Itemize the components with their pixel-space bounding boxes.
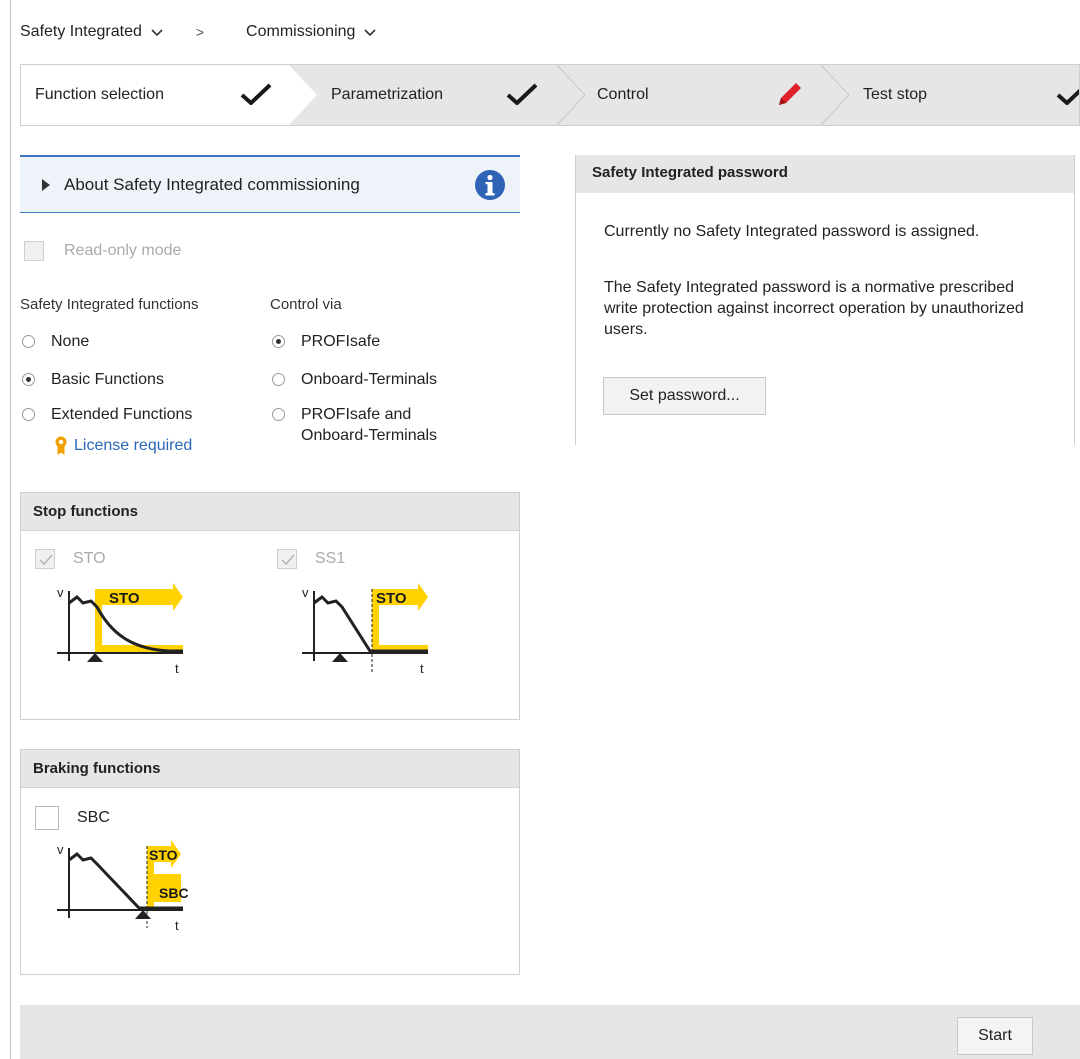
check-icon [281, 554, 295, 566]
radio-button[interactable] [272, 373, 285, 386]
step-label: Function selection [35, 86, 164, 103]
sto-checkbox-row: STO [35, 549, 106, 569]
axis-t-label: t [175, 918, 179, 933]
set-password-button[interactable]: Set password... [603, 377, 766, 415]
sto-checkbox[interactable] [35, 549, 55, 569]
braking-functions-panel: Braking functions SBC STO SBC v t [20, 749, 520, 975]
radio-label: PROFIsafe [301, 333, 381, 350]
axis-v-label: v [302, 585, 309, 600]
radio-none[interactable]: None [22, 331, 89, 352]
radio-label: PROFIsafe and Onboard-Terminals [301, 404, 437, 446]
breadcrumb-root-label: Safety Integrated [20, 23, 142, 40]
pencil-icon [779, 83, 801, 105]
radio-label-line1: PROFIsafe and [301, 406, 412, 423]
braking-functions-title: Braking functions [21, 750, 519, 788]
radio-label: Extended Functions [51, 406, 193, 423]
radio-label: Basic Functions [51, 371, 164, 388]
sto-tag: STO [149, 847, 178, 863]
footer-bar: Start [20, 1005, 1080, 1059]
sbc-checkbox-row: SBC [35, 806, 110, 830]
chevron-down-icon [151, 29, 163, 37]
radio-button[interactable] [22, 373, 35, 386]
password-status-text: Currently no Safety Integrated password … [604, 223, 980, 240]
stop-functions-panel: Stop functions STO SS1 STO v t STO v t [20, 492, 520, 720]
readonly-checkbox[interactable] [24, 241, 44, 261]
step-function-selection[interactable]: Function selection [21, 65, 311, 125]
radio-basic-functions[interactable]: Basic Functions [22, 369, 164, 390]
axis-t-label: t [175, 661, 179, 676]
license-required-link[interactable]: License required [54, 436, 192, 456]
password-panel: Safety Integrated password Currently no … [575, 155, 1075, 445]
expand-triangle-icon [42, 178, 50, 191]
step-test-stop[interactable]: Test stop [851, 65, 1079, 125]
step-label: Test stop [863, 86, 928, 103]
sbc-checkbox[interactable] [35, 806, 59, 830]
radio-profisafe-and-onboard[interactable]: PROFIsafe and Onboard-Terminals [272, 404, 437, 446]
password-title: Safety Integrated password [576, 155, 1074, 193]
ss1-checkbox[interactable] [277, 549, 297, 569]
sbc-label: SBC [77, 809, 110, 826]
about-expander[interactable]: About Safety Integrated commissioning [20, 155, 520, 213]
radio-label-line2: Onboard-Terminals [301, 427, 438, 444]
radio-button[interactable] [272, 335, 285, 348]
license-label: License required [74, 437, 193, 454]
axis-v-label: v [57, 842, 64, 857]
radio-button[interactable] [272, 408, 285, 421]
breadcrumb-current[interactable]: Commissioning [246, 23, 377, 41]
start-button[interactable]: Start [957, 1017, 1033, 1055]
step-control[interactable]: Control [587, 65, 837, 125]
chevron-down-icon [364, 29, 376, 37]
breadcrumb-current-label: Commissioning [246, 23, 356, 40]
sto-tag: STO [109, 590, 140, 607]
checkmark-icon [1056, 88, 1079, 105]
password-description: The Safety Integrated password is a norm… [604, 279, 1024, 338]
radio-button[interactable] [22, 335, 35, 348]
breadcrumb-root[interactable]: Safety Integrated [20, 23, 164, 41]
info-icon[interactable] [474, 169, 506, 201]
ss1-diagram: STO v t [302, 583, 428, 676]
radio-extended-functions[interactable]: Extended Functions [22, 404, 192, 425]
checkmark-icon [506, 83, 538, 105]
breadcrumb-separator: > [195, 24, 205, 40]
step-label: Control [597, 86, 649, 103]
sbc-tag: SBC [159, 885, 189, 901]
stop-functions-title: Stop functions [21, 493, 519, 531]
ss1-checkbox-row: SS1 [277, 549, 345, 569]
readonly-label: Read-only mode [64, 242, 182, 259]
radio-label: None [51, 333, 90, 350]
sto-label: STO [73, 550, 106, 567]
radio-onboard-terminals[interactable]: Onboard-Terminals [272, 369, 437, 390]
radio-profisafe[interactable]: PROFIsafe [272, 331, 380, 352]
checkmark-icon [240, 83, 272, 105]
sto-diagram: STO v t [57, 583, 183, 676]
axis-t-label: t [420, 661, 424, 676]
sbc-diagram: STO SBC v t [57, 840, 189, 933]
radio-button[interactable] [22, 408, 35, 421]
ss1-label: SS1 [315, 550, 346, 567]
check-icon [39, 554, 53, 566]
step-label: Parametrization [331, 86, 444, 103]
license-ribbon-icon [55, 436, 67, 455]
readonly-checkbox-row: Read-only mode [24, 241, 181, 261]
breadcrumb: Safety Integrated > Commissioning [20, 18, 377, 46]
functions-heading: Safety Integrated functions [20, 296, 199, 313]
wizard-stepper: Function selection Parametrization Contr… [20, 64, 1080, 126]
sto-tag: STO [376, 590, 407, 607]
step-parametrization[interactable]: Parametrization [317, 65, 567, 125]
radio-label: Onboard-Terminals [301, 371, 438, 388]
control-heading: Control via [270, 296, 342, 313]
axis-v-label: v [57, 585, 64, 600]
about-label: About Safety Integrated commissioning [64, 174, 360, 194]
